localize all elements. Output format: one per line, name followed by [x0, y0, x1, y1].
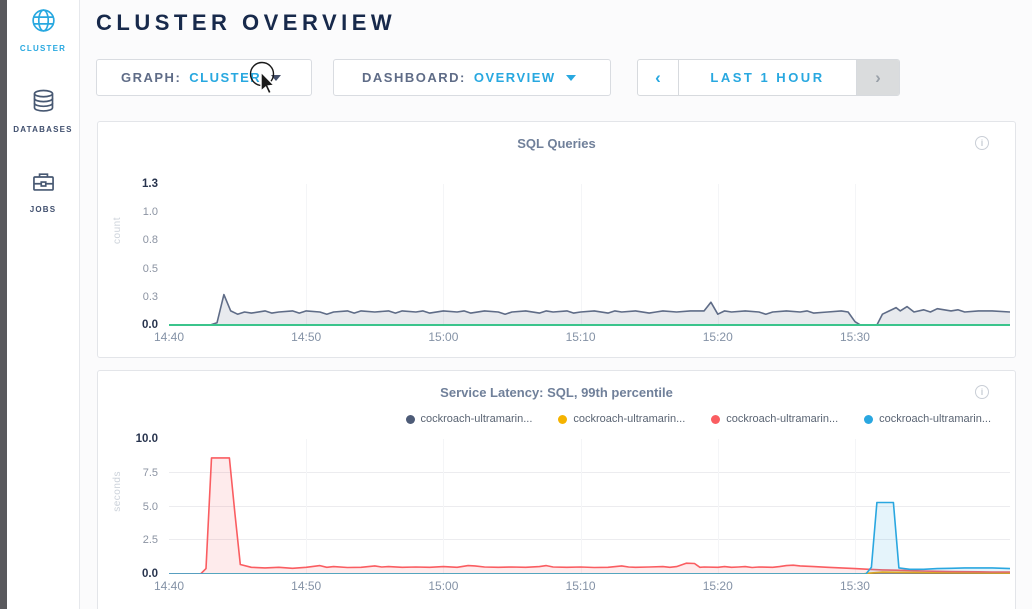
graph-dropdown[interactable]: GRAPH: CLUSTER — [96, 59, 312, 96]
chart-plot-area[interactable]: 14:4014:5015:0015:1015:2015:30 — [169, 439, 1010, 574]
x-tick-label: 15:00 — [428, 330, 458, 344]
chart-legend: cockroach-ultramarin... cockroach-ultrama… — [98, 413, 991, 425]
x-tick-label: 15:10 — [566, 330, 596, 344]
briefcase-icon — [30, 168, 57, 195]
x-tick-label: 15:20 — [703, 330, 733, 344]
sidebar-item-cluster[interactable]: CLUSTER — [7, 7, 79, 53]
legend-dot-icon — [406, 415, 415, 424]
sidebar: CLUSTER DATABASES JOBS — [7, 0, 80, 609]
databases-icon — [30, 88, 57, 115]
dashboard-dropdown-label: DASHBOARD: — [362, 70, 466, 85]
chevron-down-icon — [271, 75, 281, 81]
legend-item[interactable]: cockroach-ultramarin... — [558, 413, 685, 425]
chart-series-svg — [169, 439, 1010, 574]
y-tick-label: 0.8 — [143, 234, 158, 246]
sidebar-item-label: DATABASES — [7, 125, 79, 134]
sidebar-item-label: JOBS — [7, 205, 79, 214]
globe-icon — [30, 7, 57, 34]
chevron-down-icon — [566, 75, 576, 81]
y-axis-ticks: 0.02.55.07.510.0 — [116, 439, 158, 574]
x-tick-label: 14:40 — [154, 579, 184, 593]
x-tick-label: 14:50 — [291, 330, 321, 344]
legend-item[interactable]: cockroach-ultramarin... — [711, 413, 838, 425]
y-tick-label: 0.5 — [143, 263, 158, 275]
y-tick-label: 1.0 — [143, 206, 158, 218]
legend-label: cockroach-ultramarin... — [726, 413, 838, 425]
time-window-nav: ‹ LAST 1 HOUR › — [637, 59, 900, 96]
time-prev-button[interactable]: ‹ — [638, 60, 678, 95]
legend-dot-icon — [711, 415, 720, 424]
chart-plot-area[interactable]: 14:4014:5015:0015:1015:2015:30 — [169, 184, 1010, 325]
time-range-button[interactable]: LAST 1 HOUR — [678, 60, 857, 95]
legend-item[interactable]: cockroach-ultramarin... — [864, 413, 991, 425]
legend-label: cockroach-ultramarin... — [879, 413, 991, 425]
sidebar-item-databases[interactable]: DATABASES — [7, 88, 79, 134]
info-icon[interactable]: i — [975, 385, 989, 399]
chart-title: SQL Queries — [98, 136, 1015, 151]
x-tick-label: 15:00 — [428, 579, 458, 593]
dashboard-dropdown[interactable]: DASHBOARD: OVERVIEW — [333, 59, 611, 96]
y-tick-label: 5.0 — [143, 501, 158, 513]
x-tick-label: 15:20 — [703, 579, 733, 593]
graph-dropdown-label: GRAPH: — [121, 70, 181, 85]
legend-item[interactable]: cockroach-ultramarin... — [406, 413, 533, 425]
legend-dot-icon — [558, 415, 567, 424]
sidebar-item-jobs[interactable]: JOBS — [7, 168, 79, 214]
dashboard-dropdown-value: OVERVIEW — [474, 70, 556, 85]
sql-queries-chart-card: SQL Queries i count 0.00.30.50.81.01.3 1… — [97, 121, 1016, 358]
chart-title: Service Latency: SQL, 99th percentile — [98, 385, 1015, 400]
x-tick-label: 15:10 — [566, 579, 596, 593]
legend-label: cockroach-ultramarin... — [573, 413, 685, 425]
legend-label: cockroach-ultramarin... — [421, 413, 533, 425]
page-title: CLUSTER OVERVIEW — [96, 10, 396, 36]
service-latency-chart-card: Service Latency: SQL, 99th percentile i … — [97, 370, 1016, 609]
x-tick-label: 14:40 — [154, 330, 184, 344]
window-edge-strip — [0, 0, 7, 609]
y-axis-ticks: 0.00.30.50.81.01.3 — [116, 184, 158, 325]
x-axis-line — [169, 324, 1010, 326]
y-tick-label: 1.3 — [142, 178, 158, 190]
y-tick-label: 7.5 — [143, 467, 158, 479]
time-next-button[interactable]: › — [857, 60, 899, 95]
legend-dot-icon — [864, 415, 873, 424]
x-tick-label: 15:30 — [840, 330, 870, 344]
graph-dropdown-value: CLUSTER — [189, 70, 261, 85]
info-icon[interactable]: i — [975, 136, 989, 150]
y-tick-label: 10.0 — [136, 433, 158, 445]
chart-series-svg — [169, 184, 1010, 325]
x-tick-label: 14:50 — [291, 579, 321, 593]
sidebar-item-label: CLUSTER — [7, 44, 79, 53]
cluster-overview-page: CLUSTER DATABASES JOBS CLUSTER OVERVIEW … — [0, 0, 1032, 609]
y-tick-label: 0.3 — [143, 291, 158, 303]
y-tick-label: 2.5 — [143, 534, 158, 546]
x-tick-label: 15:30 — [840, 579, 870, 593]
